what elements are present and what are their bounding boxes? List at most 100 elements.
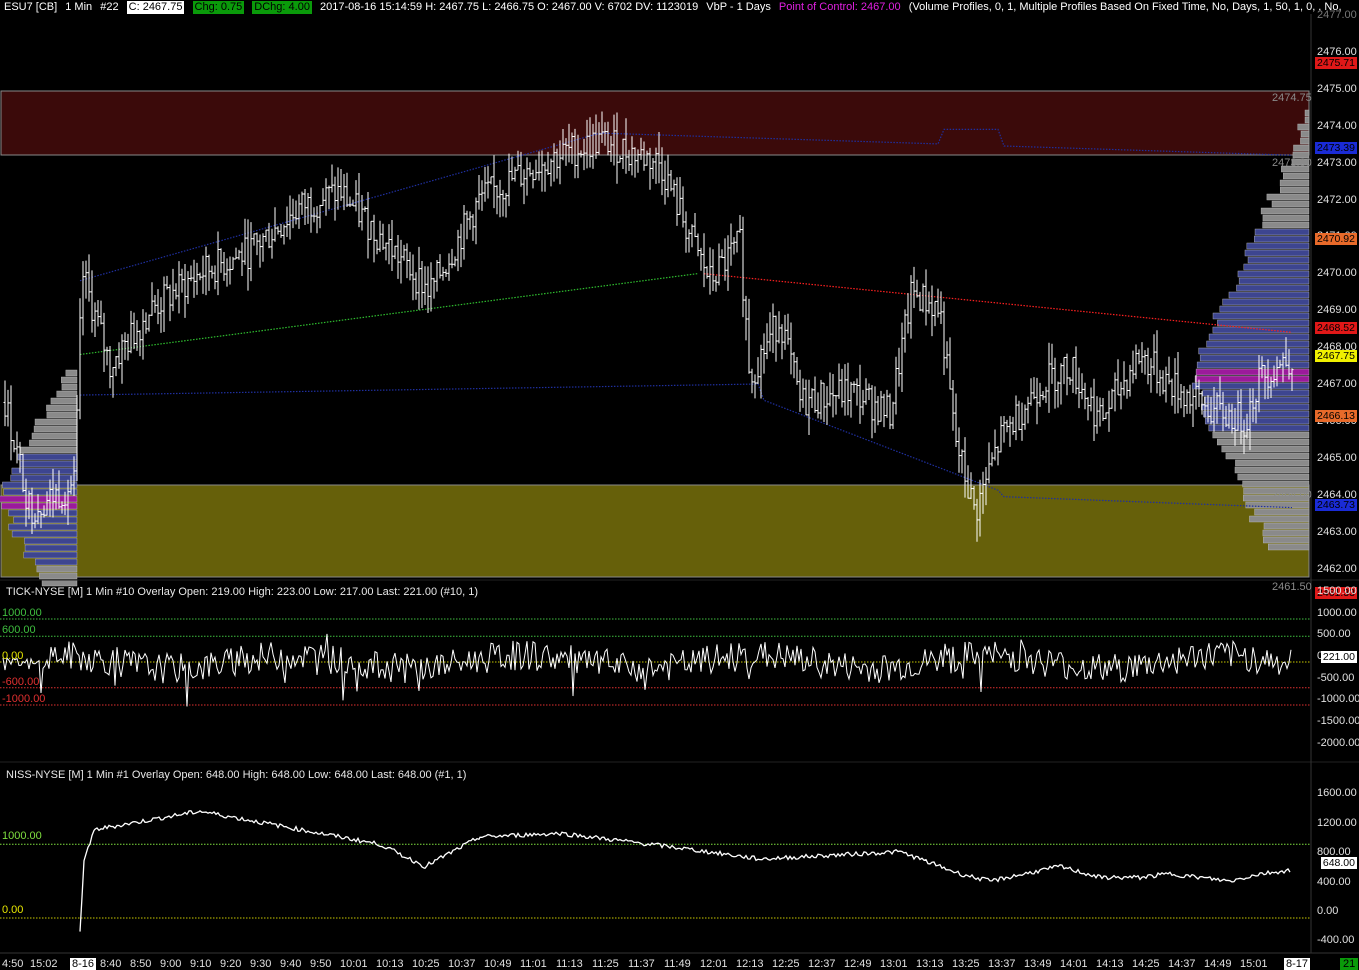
chart-number: #22 (100, 1, 119, 13)
time-tick: 9:10 (190, 958, 212, 970)
profile-bar (65, 369, 78, 377)
time-tick: 9:50 (310, 958, 332, 970)
profile-bar (1202, 389, 1310, 397)
profile-bar (1283, 172, 1310, 180)
profile-bar (10, 474, 78, 482)
profile-bar (1263, 522, 1310, 530)
time-tick: 8:50 (130, 958, 152, 970)
profile-bar (1279, 186, 1310, 194)
profile-bar (1263, 536, 1310, 544)
profile-bar (1300, 130, 1310, 138)
price-marker: 2463.73 (1315, 498, 1357, 511)
profile-bar (1212, 312, 1310, 320)
profile-bar (1217, 438, 1310, 446)
profile-bar (2, 481, 78, 489)
price-tick: 2465.00 (1317, 451, 1357, 464)
profile-bar (1236, 284, 1310, 292)
time-tick: 14:49 (1204, 958, 1232, 970)
time-tick: 9:20 (220, 958, 242, 970)
study-params: (Volume Profiles, 0, 1, Multiple Profile… (908, 1, 1342, 13)
vwap-bands (79, 128, 1293, 509)
profile-bar (1254, 228, 1310, 236)
lower-zone (0, 484, 1310, 578)
niss-level-label: 1000.00 (2, 830, 42, 843)
profile-bar (1304, 116, 1310, 124)
profile-bar (1266, 193, 1310, 201)
profile-bar (23, 551, 78, 559)
profile-bar (1217, 319, 1310, 327)
price-tick: 2463.00 (1317, 525, 1357, 538)
profile-bar (1198, 347, 1310, 355)
profile-bar (8, 523, 78, 531)
profile-bar (1221, 445, 1310, 453)
time-tick: 13:49 (1024, 958, 1052, 970)
time-tick: 10:13 (376, 958, 404, 970)
time-tick: 12:49 (844, 958, 872, 970)
niss-panel-title[interactable]: NISS-NYSE [M] 1 Min #1 Overlay Open: 648… (6, 769, 466, 782)
profile-bar (1212, 326, 1310, 334)
zone-label: 2464.00 (1272, 488, 1312, 501)
tick-last-marker: 221.00 (1320, 651, 1357, 663)
profile-bar (11, 530, 78, 538)
time-tick: 13:25 (952, 958, 980, 970)
niss-series (79, 809, 1291, 932)
profile-bar (20, 446, 78, 454)
profile-bar (61, 383, 78, 391)
profile-bar (35, 558, 78, 566)
profile-bar (31, 432, 78, 440)
profile-bar (1199, 354, 1310, 362)
profile-bar (1196, 361, 1310, 369)
time-tick: 13:13 (916, 958, 944, 970)
profile-bar (1262, 214, 1310, 222)
profile-bar (1300, 137, 1310, 145)
tick-level-label: -1000.00 (2, 693, 46, 705)
time-tick: 14:25 (1132, 958, 1160, 970)
profile-bar (24, 544, 78, 552)
price-tick: 2467.00 (1317, 378, 1357, 390)
profile-bar (46, 411, 78, 419)
profile-bar (13, 516, 78, 524)
tick-axis-label: -500.00 (1317, 671, 1355, 684)
profile-bar (56, 390, 78, 398)
price-marker: 2470.92 (1315, 233, 1357, 246)
interval-label[interactable]: 1 Min (65, 1, 92, 14)
tick-panel-title[interactable]: TICK-NYSE [M] 1 Min #10 Overlay Open: 21… (6, 586, 478, 599)
chart-canvas[interactable] (0, 0, 1359, 970)
profile-bar (1268, 543, 1310, 551)
profile-bar (1249, 515, 1310, 523)
profile-bar (46, 404, 78, 412)
time-tick: 8-17 (1284, 958, 1311, 970)
time-tick: 14:13 (1096, 958, 1124, 970)
tick-level-label: 600.00 (2, 624, 36, 637)
profile-bar (1208, 333, 1310, 341)
time-tick: 12:25 (772, 958, 800, 970)
time-tick: 11:13 (556, 958, 583, 970)
profile-bar (1271, 200, 1310, 208)
time-tick: 15:01 (1240, 958, 1268, 970)
profile-bar (1254, 235, 1310, 243)
price-tick: 2469.00 (1317, 304, 1357, 317)
profile-bar (1, 502, 78, 510)
profile-bar (3, 488, 78, 496)
price-tick: 2472.00 (1317, 193, 1357, 206)
profile-bar (1219, 305, 1310, 313)
time-tick: 21 (1340, 958, 1359, 970)
price-marker: 2467.75 (1315, 350, 1357, 363)
profile-bar (1228, 291, 1310, 299)
profile-bar (1304, 109, 1310, 117)
profile-bar (1238, 277, 1310, 285)
profile-bar (1243, 263, 1310, 271)
symbol-label[interactable]: ESU7 [CB] (4, 1, 57, 14)
study-name[interactable]: VbP - 1 Days (706, 1, 771, 14)
tick-axis-label: -1000.00 (1317, 693, 1359, 706)
tick-axis-label: 1000.00 (1317, 606, 1357, 619)
profile-bar (1242, 480, 1310, 488)
tick-level-label: 1000.00 (2, 607, 42, 619)
profile-bar (29, 439, 78, 447)
chart-header: ESU7 [CB] 1 Min #22 C: 2467.75 Chg: 0.75… (4, 1, 1347, 14)
profile-bar (1246, 242, 1310, 250)
profile-bar (1262, 529, 1310, 537)
time-tick: 14:37 (1168, 958, 1196, 970)
tick-series (2, 633, 1292, 707)
tick-axis-label: -2000.00 (1317, 736, 1359, 749)
